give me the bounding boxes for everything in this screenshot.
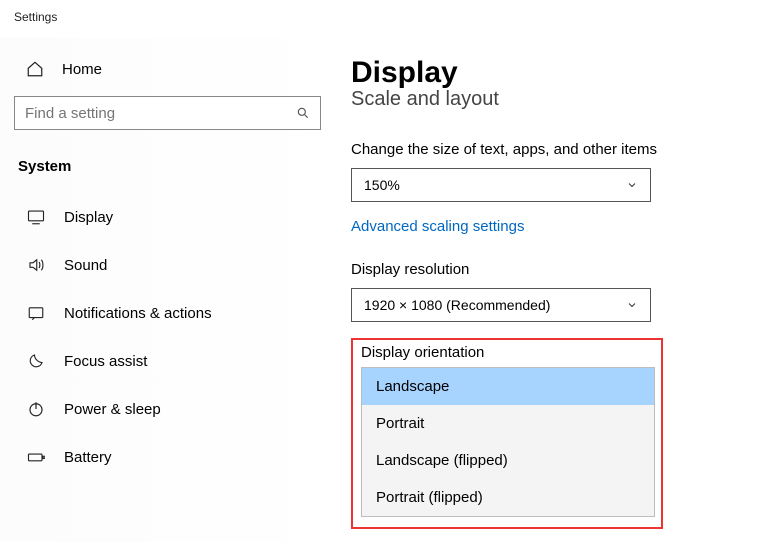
advanced-scaling-link[interactable]: Advanced scaling settings: [351, 218, 524, 235]
orientation-option-landscape-flipped[interactable]: Landscape (flipped): [362, 442, 654, 479]
sidebar-item-focus[interactable]: Focus assist: [14, 337, 321, 385]
sidebar-item-battery[interactable]: Battery: [14, 433, 321, 481]
resolution-value: 1920 × 1080 (Recommended): [364, 297, 550, 313]
search-icon: [296, 106, 310, 120]
scale-value: 150%: [364, 177, 400, 193]
section-heading: Scale and layout: [351, 88, 757, 111]
home-label: Home: [62, 61, 102, 78]
sidebar: Home System Display Sound Notifica: [0, 38, 335, 542]
content-area: Home System Display Sound Notifica: [0, 38, 777, 542]
main-panel: Display Scale and layout Change the size…: [335, 38, 777, 542]
orientation-label: Display orientation: [361, 344, 655, 361]
battery-icon: [26, 447, 46, 467]
orientation-dropdown-open[interactable]: Landscape Portrait Landscape (flipped) P…: [361, 367, 655, 517]
resolution-label: Display resolution: [351, 261, 757, 278]
moon-icon: [26, 351, 46, 371]
speaker-icon: [26, 255, 46, 275]
page-title: Display: [351, 56, 757, 90]
sidebar-item-label: Focus assist: [64, 353, 147, 370]
scale-dropdown[interactable]: 150%: [351, 168, 651, 202]
search-input[interactable]: [25, 105, 296, 122]
sidebar-item-power[interactable]: Power & sleep: [14, 385, 321, 433]
sidebar-item-display[interactable]: Display: [14, 193, 321, 241]
orientation-highlight: Display orientation Landscape Portrait L…: [351, 338, 663, 529]
home-nav[interactable]: Home: [14, 52, 321, 86]
power-icon: [26, 399, 46, 419]
sidebar-item-label: Sound: [64, 257, 107, 274]
sidebar-item-label: Battery: [64, 449, 112, 466]
notification-icon: [26, 303, 46, 323]
orientation-option-landscape[interactable]: Landscape: [362, 368, 654, 405]
sidebar-category: System: [14, 150, 321, 193]
sidebar-item-notifications[interactable]: Notifications & actions: [14, 289, 321, 337]
sidebar-item-sound[interactable]: Sound: [14, 241, 321, 289]
window-title: Settings: [0, 0, 777, 38]
search-box[interactable]: [14, 96, 321, 130]
chevron-down-icon: [626, 179, 638, 191]
home-icon: [26, 60, 44, 78]
sidebar-item-label: Display: [64, 209, 113, 226]
resolution-dropdown[interactable]: 1920 × 1080 (Recommended): [351, 288, 651, 322]
chevron-down-icon: [626, 299, 638, 311]
orientation-option-portrait[interactable]: Portrait: [362, 405, 654, 442]
monitor-icon: [26, 207, 46, 227]
orientation-option-portrait-flipped[interactable]: Portrait (flipped): [362, 479, 654, 516]
sidebar-item-label: Notifications & actions: [64, 305, 212, 322]
scale-label: Change the size of text, apps, and other…: [351, 141, 757, 158]
sidebar-item-label: Power & sleep: [64, 401, 161, 418]
